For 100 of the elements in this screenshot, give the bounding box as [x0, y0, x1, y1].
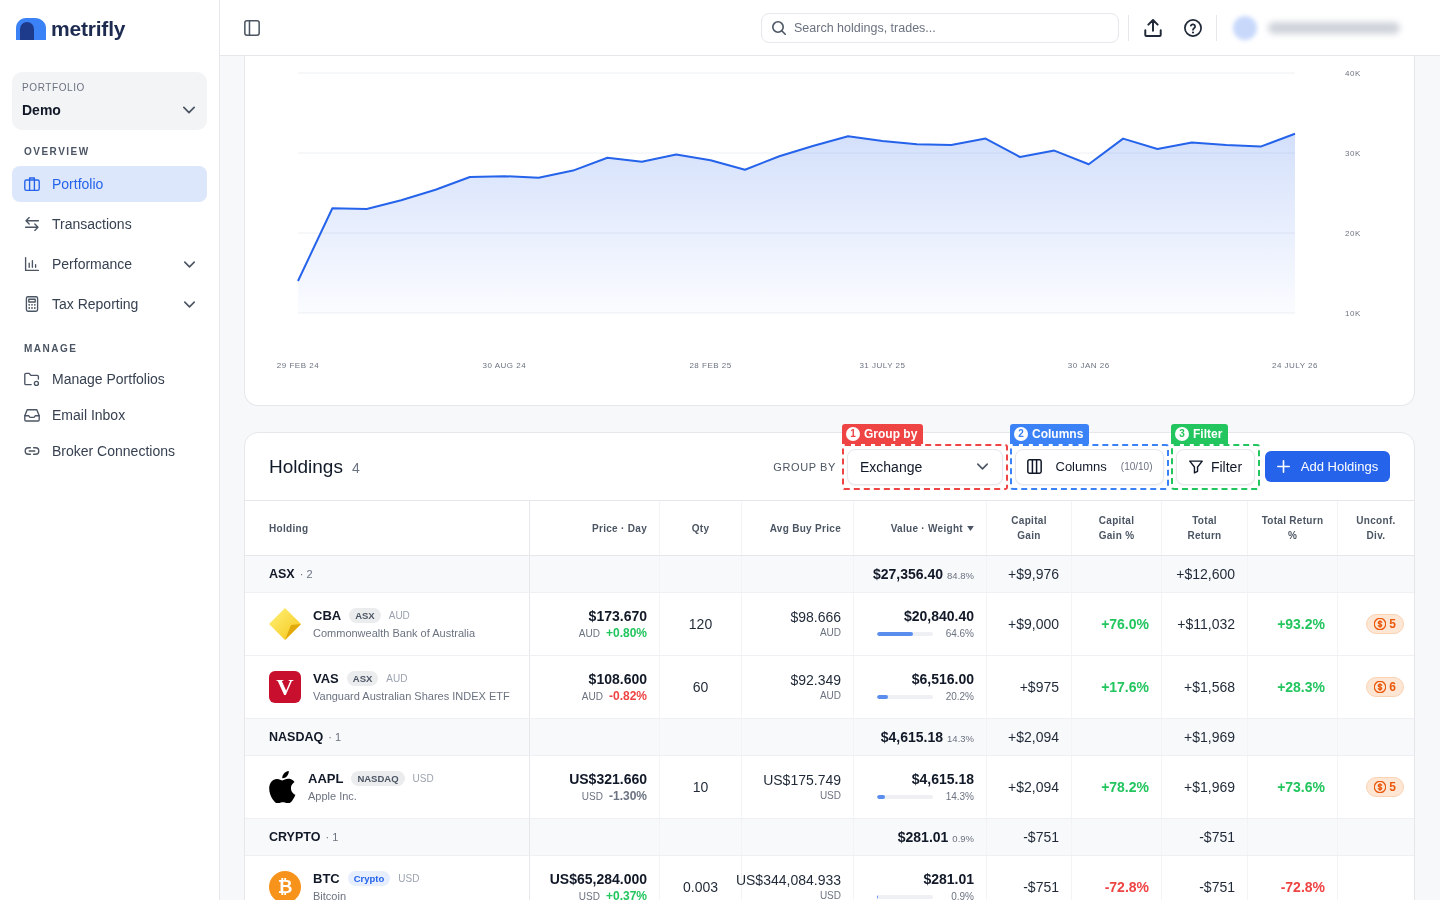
currency-code: AUD	[388, 609, 410, 621]
quantity: 10	[692, 779, 709, 795]
weight-percent: 20.2%	[945, 690, 974, 704]
currency-code: AUD	[578, 627, 600, 641]
inbox-icon	[24, 407, 40, 423]
ticker-symbol: BTC	[313, 870, 340, 886]
quantity: 0.003	[682, 879, 718, 895]
market-value: $4,615.18	[911, 770, 974, 788]
group-total-return: +$12,600	[1176, 565, 1235, 583]
column-header[interactable]: Qty	[691, 520, 710, 536]
plus-icon	[1276, 460, 1290, 473]
group-weight: 14.3%	[947, 733, 974, 744]
total-return-percent: +93.2%	[1277, 616, 1325, 632]
total-return: +$1,568	[1184, 678, 1235, 696]
dividend-count: 6	[1389, 680, 1396, 694]
search-input[interactable]: Search holdings, trades...	[794, 17, 1108, 38]
group-capital-gain: +$9,976	[1008, 565, 1059, 583]
y-axis-label: 10K	[1345, 309, 1361, 318]
chevron-down-icon	[183, 106, 195, 114]
price: US$321.660	[569, 770, 647, 788]
column-header[interactable]: Unconf. Div.	[1353, 513, 1399, 543]
market-value: $281.01	[923, 870, 974, 888]
sidebar-item[interactable]: Email Inbox	[12, 397, 207, 433]
step-number: 2	[1014, 426, 1028, 441]
coin-logo: ₿	[269, 871, 301, 900]
picker-label: PORTFOLIO	[22, 82, 85, 94]
step-number: 3	[1175, 426, 1189, 441]
search-bar[interactable]: Search holdings, trades...	[761, 12, 1119, 43]
x-axis-label: 31 JULY 25	[859, 361, 906, 370]
help-icon	[1184, 18, 1202, 37]
price: $173.670	[588, 607, 647, 625]
chevron-down-icon	[977, 463, 988, 470]
column-header[interactable]: Total Return %	[1256, 513, 1329, 543]
step-number: 1	[846, 426, 860, 441]
ticker-symbol: AAPL	[308, 770, 344, 786]
group-value: $4,615.18	[880, 729, 944, 745]
picker-value: Demo	[22, 102, 62, 118]
dividend-count: 5	[1389, 780, 1396, 794]
day-change: +0.37%	[605, 889, 647, 900]
panel-icon	[244, 19, 260, 36]
columns-icon	[1026, 459, 1042, 474]
group-count: · 1	[325, 831, 339, 843]
group-weight: 0.9%	[952, 833, 974, 844]
group-by-select[interactable]: Exchange	[847, 448, 1003, 485]
exchange-tag: ASX	[349, 607, 381, 623]
company-name: Commonwealth Bank of Australia	[313, 626, 476, 639]
exchange-tag: Crypto	[347, 870, 391, 886]
exchange-tag: NASDAQ	[351, 770, 405, 786]
group-capital-gain: +$2,094	[1008, 728, 1059, 746]
coin-icon	[1374, 618, 1387, 630]
currency-code: AUD	[819, 689, 841, 703]
sidebar-item[interactable]: Tax Reporting	[12, 286, 207, 322]
currency-code: USD	[398, 872, 420, 884]
sidebar-item[interactable]: Performance	[12, 246, 207, 282]
group-weight: 84.8%	[947, 570, 974, 581]
column-header[interactable]: Capital Gain	[1004, 513, 1054, 543]
currency-code: AUD	[819, 626, 841, 640]
section-heading: MANAGE	[23, 343, 79, 355]
x-axis-label: 30 AUG 24	[482, 361, 527, 370]
sidebar-item[interactable]: Manage Portfolios	[12, 361, 207, 397]
x-axis-label: 24 JULY 26	[1271, 361, 1319, 370]
column-header[interactable]: Price · Day	[592, 520, 647, 536]
group-name: ASX	[269, 567, 295, 581]
company-name: Apple Inc.	[308, 789, 357, 802]
column-header[interactable]: Avg Buy Price	[769, 520, 841, 536]
coin-icon	[1374, 681, 1387, 693]
currency-code: USD	[412, 772, 434, 784]
section-heading: OVERVIEW	[23, 146, 91, 158]
group-total-return: +$1,969	[1184, 728, 1235, 746]
filter-icon	[1188, 459, 1203, 474]
capital-gain: +$9,000	[1008, 615, 1059, 633]
total-return: -$751	[1199, 878, 1235, 896]
currency-code: USD	[578, 890, 600, 900]
portfolio-picker[interactable]: PORTFOLIO Demo	[12, 72, 207, 130]
avg-buy-price: US$175.749	[763, 771, 841, 789]
columns-button[interactable]: Columns (10/10)	[1015, 448, 1164, 485]
y-axis-label: 40K	[1345, 69, 1361, 78]
sidebar-item[interactable]: Transactions	[12, 206, 207, 242]
weight-percent: 0.9%	[951, 890, 974, 900]
dividend-count: 5	[1389, 617, 1396, 631]
sidebar-item[interactable]: Portfolio	[12, 166, 207, 202]
weight-percent: 14.3%	[945, 790, 974, 804]
sidebar-item[interactable]: Broker Connections	[12, 433, 207, 469]
column-header[interactable]: Value · Weight	[890, 520, 974, 536]
add-holdings-button[interactable]: Add Holdings	[1265, 451, 1390, 482]
brand-name: metrifly	[51, 16, 126, 41]
column-header[interactable]: Holding	[269, 520, 309, 536]
avg-buy-price: $92.349	[790, 671, 841, 689]
holdings-count: 4	[351, 460, 360, 476]
swap-arrows-icon	[24, 216, 40, 232]
column-header[interactable]: Capital Gain %	[1091, 513, 1142, 543]
price: US$65,284.000	[549, 870, 647, 888]
upload-icon	[1144, 18, 1162, 37]
column-header[interactable]: Total Return	[1179, 513, 1230, 543]
company-name: Vanguard Australian Shares INDEX ETF	[313, 689, 510, 702]
filter-button[interactable]: Filter	[1176, 448, 1255, 485]
search-icon	[772, 20, 786, 35]
capital-gain-percent: +76.0%	[1101, 616, 1149, 632]
capital-gain: +$2,094	[1008, 778, 1059, 796]
group-by-label: GROUP BY	[773, 460, 836, 473]
